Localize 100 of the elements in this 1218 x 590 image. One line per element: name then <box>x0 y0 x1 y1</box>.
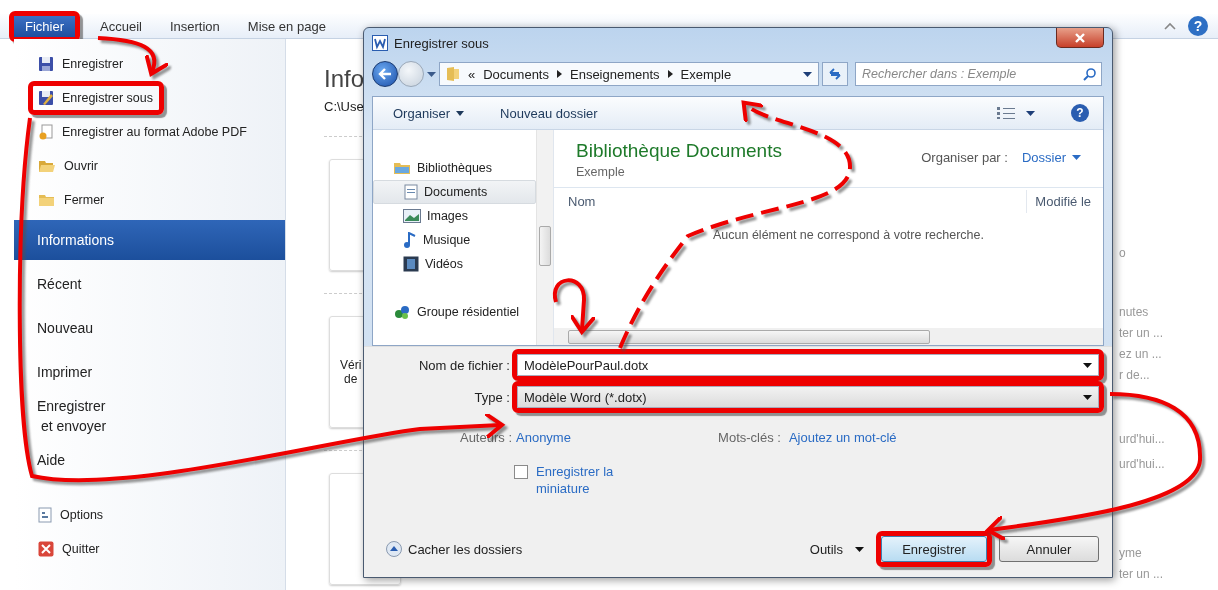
column-header[interactable]: Nom <box>554 193 1027 209</box>
property-text: ez un ... <box>1119 347 1163 361</box>
menu-command[interactable]: Quitter <box>33 537 106 561</box>
menu-command[interactable]: Enregistrer <box>33 52 130 76</box>
address-bar[interactable]: « Documents Enseignements Exemple <box>439 62 819 86</box>
floppy-pencil-icon <box>38 90 54 106</box>
search-field[interactable]: Rechercher dans : Exemple <box>855 62 1102 86</box>
caret-icon <box>803 71 812 77</box>
organize-menu-button[interactable]: Organiser <box>393 105 465 121</box>
cancel-button[interactable]: Annuler <box>999 536 1099 562</box>
hide-folders-button[interactable]: Cacher les dossiers <box>386 541 523 557</box>
library-subtitle: Exemple <box>576 165 625 179</box>
menu-command[interactable]: Enregistrer au format Adobe PDF <box>33 120 253 144</box>
field-label: Nom de fichier : <box>417 357 510 373</box>
breadcrumb-overflow[interactable]: « <box>468 66 476 82</box>
document-icon <box>38 507 52 523</box>
library-folder-icon <box>393 160 411 176</box>
folder-icon <box>38 192 56 208</box>
refresh-button[interactable] <box>822 62 848 86</box>
property-text: nutes <box>1119 305 1150 319</box>
menu-section[interactable]: Imprimer <box>14 352 285 392</box>
annotation-arrow <box>553 278 597 334</box>
menu-command[interactable]: Fermer <box>33 188 111 212</box>
field-label: Mots-clés : <box>717 429 782 445</box>
nav-item[interactable]: Documents <box>373 180 536 204</box>
property-text: r de... <box>1119 368 1151 382</box>
caret-icon <box>855 546 864 552</box>
document-icon <box>404 184 418 200</box>
menu-command[interactable]: Options <box>33 503 110 527</box>
refresh-arrows-icon <box>828 67 842 81</box>
film-icon <box>403 256 419 272</box>
ribbon-tab[interactable]: Mise en page <box>247 18 326 34</box>
card-text: Véri de <box>340 358 362 386</box>
chevron-icon[interactable] <box>557 70 562 78</box>
chevron-icon[interactable] <box>667 70 673 78</box>
caret-icon <box>456 110 465 116</box>
empty-message: Aucun élément ne correspond à votre recherche. <box>713 228 984 242</box>
property-text: urd'hui... <box>1119 432 1165 446</box>
back-arrow-icon <box>378 68 392 80</box>
column-header[interactable]: Modifié le <box>1026 189 1103 213</box>
nav-item[interactable]: Bibliothèques <box>373 156 536 180</box>
authors-link[interactable]: Anonyme <box>516 429 571 445</box>
horizontal-scrollbar[interactable] <box>554 328 1103 345</box>
menu-section[interactable]: Récent <box>14 264 285 304</box>
menu-command[interactable]: Enregistrer sous <box>33 86 159 110</box>
property-text: ter un ... <box>1119 567 1165 581</box>
tools-menu-button[interactable]: Outils <box>809 541 864 557</box>
menu-section[interactable]: Enregistrer et envoyer <box>14 396 285 436</box>
new-folder-button[interactable]: Nouveau dossier <box>500 105 598 121</box>
nav-item[interactable]: Vidéos <box>373 252 536 276</box>
page-title: Info <box>324 65 365 93</box>
checkbox-label[interactable]: Enregistrer la miniature <box>536 463 626 497</box>
save-button[interactable]: Enregistrer <box>881 536 987 562</box>
back-button[interactable] <box>372 61 398 87</box>
property-text: o <box>1119 246 1127 260</box>
arrange-dropdown[interactable]: Dossier <box>1021 150 1081 165</box>
minimize-ribbon-icon[interactable] <box>1164 21 1176 31</box>
vertical-scrollbar[interactable] <box>536 130 553 345</box>
checkbox[interactable] <box>514 465 528 479</box>
field-label: Auteurs : <box>458 429 512 445</box>
property-text: yme <box>1119 546 1143 560</box>
field-label: Type : <box>473 389 510 405</box>
caret-icon <box>427 71 436 77</box>
homegroup-icon <box>393 304 411 320</box>
close-button[interactable] <box>1056 28 1104 48</box>
property-text: ter un ... <box>1119 326 1165 340</box>
caret-icon <box>1083 362 1092 368</box>
close-icon <box>1074 32 1086 43</box>
nav-item[interactable]: Images <box>373 204 536 228</box>
view-options-icon[interactable] <box>996 106 1016 120</box>
nav-item[interactable]: Groupe résidentiel <box>373 300 536 324</box>
file-tab[interactable]: Fichier <box>14 15 75 37</box>
file-path: C:\Use <box>324 99 364 114</box>
help-button[interactable]: ? <box>1188 16 1208 36</box>
nav-item[interactable]: Musique <box>373 228 536 252</box>
dialog-title: Enregistrer sous <box>394 35 490 51</box>
caret-icon <box>1083 394 1092 400</box>
close-icon <box>38 541 54 557</box>
folder-icon <box>446 66 460 82</box>
help-button[interactable]: ? <box>1071 104 1089 122</box>
library-title: Bibliothèque Documents <box>576 140 782 162</box>
property-text: urd'hui... <box>1119 457 1165 471</box>
file-type-dropdown[interactable]: Modèle Word (*.dotx) <box>517 386 1099 408</box>
keywords-link[interactable]: Ajoutez un mot-clé <box>788 429 897 445</box>
breadcrumb-item[interactable]: Enseignements <box>570 66 660 82</box>
menu-command[interactable]: Ouvrir <box>33 154 105 178</box>
filename-field[interactable]: ModèlePourPaul.dotx <box>517 354 1099 376</box>
caret-icon <box>1026 110 1035 116</box>
word-icon <box>372 35 388 51</box>
breadcrumb-item[interactable]: Exemple <box>680 66 732 82</box>
image-icon <box>403 209 421 223</box>
ribbon-tab[interactable]: Accueil <box>100 18 142 34</box>
collapse-icon <box>386 541 402 557</box>
ribbon-tab[interactable]: Insertion <box>169 18 220 34</box>
caret-icon <box>1072 155 1081 160</box>
arrange-label: Organiser par : <box>921 150 1008 165</box>
menu-section[interactable]: Aide <box>14 440 285 480</box>
menu-section[interactable]: Nouveau <box>14 308 285 348</box>
menu-section[interactable]: Informations <box>14 220 285 260</box>
breadcrumb-item[interactable]: Documents <box>483 66 549 82</box>
